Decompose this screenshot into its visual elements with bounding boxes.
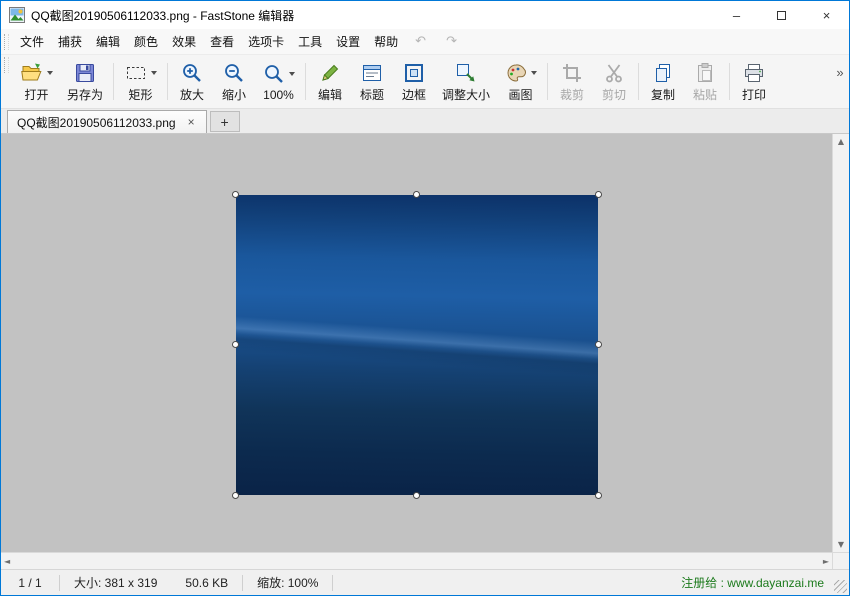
toolbar-button-crop: 裁剪	[551, 57, 593, 106]
toolbar-button-cut: 剪切	[593, 57, 635, 106]
menu-item-capture[interactable]: 捕获	[51, 29, 89, 54]
status-bar: 1 / 1 大小: 381 x 319 50.6 KB 缩放: 100% 注册给…	[1, 569, 849, 595]
resize-grip-icon[interactable]	[834, 580, 847, 593]
toolbar-button-rect-select[interactable]: 矩形	[117, 57, 164, 106]
toolbar-separator	[305, 63, 306, 100]
print-icon	[742, 61, 766, 85]
selection-handle-top-center[interactable]	[413, 191, 420, 198]
toolbar-button-zoom-in[interactable]: 放大	[171, 57, 213, 106]
menu-item-settings[interactable]: 设置	[329, 29, 367, 54]
scroll-down-arrow-icon[interactable]: ▼	[835, 537, 847, 552]
zoom-level-dropdown-arrow-icon[interactable]	[289, 72, 295, 76]
toolbar-button-open[interactable]: 打开	[13, 57, 60, 106]
title-bar: QQ截图20190506112033.png - FastStone 编辑器 –…	[1, 1, 849, 29]
open-dropdown-arrow-icon[interactable]	[47, 71, 53, 75]
selection-handle-bottom-right[interactable]	[595, 492, 602, 499]
menu-item-effects[interactable]: 效果	[165, 29, 203, 54]
selection-handle-mid-right[interactable]	[595, 341, 602, 348]
close-button[interactable]: ×	[804, 1, 849, 29]
crop-icon	[560, 61, 584, 85]
window-title: QQ截图20190506112033.png - FastStone 编辑器	[31, 7, 714, 24]
scroll-up-arrow-icon[interactable]: ▲	[835, 134, 847, 149]
toolbar-button-save-as[interactable]: 另存为	[60, 57, 110, 106]
open-folder-icon	[20, 61, 44, 85]
menu-item-tools[interactable]: 工具	[291, 29, 329, 54]
toolbar-overflow-button[interactable]: »	[831, 57, 849, 106]
scroll-right-arrow-icon[interactable]: ►	[820, 554, 832, 569]
app-icon	[9, 7, 25, 23]
toolbar-button-paste: 粘贴	[684, 57, 726, 106]
toolbar-button-resize[interactable]: 调整大小	[435, 57, 497, 106]
draw-icon	[504, 61, 528, 85]
menu-item-tabs[interactable]: 选项卡	[241, 29, 291, 54]
canvas-area[interactable]: ▲ ▼ ◄ ►	[1, 134, 849, 569]
toolbar-button-border[interactable]: 边框	[393, 57, 435, 106]
menu-item-file[interactable]: 文件	[13, 29, 51, 54]
selection-handle-bottom-left[interactable]	[232, 492, 239, 499]
zoom-in-icon	[180, 61, 204, 85]
edit-pencil-icon	[318, 61, 342, 85]
toolbar-button-draw[interactable]: 画图	[497, 57, 544, 106]
vertical-scrollbar[interactable]: ▲ ▼	[832, 134, 849, 552]
copy-icon	[651, 61, 675, 85]
maximize-icon	[777, 11, 786, 20]
zoom-level-icon	[262, 62, 286, 86]
menu-item-edit[interactable]: 编辑	[89, 29, 127, 54]
toolbar-separator	[547, 63, 548, 100]
toolbar-button-edit[interactable]: 编辑	[309, 57, 351, 106]
draw-dropdown-arrow-icon[interactable]	[531, 71, 537, 75]
toolbar-button-zoom-level[interactable]: 100%	[255, 57, 302, 106]
toolbar-grip	[4, 57, 9, 73]
menu-item-view[interactable]: 查看	[203, 29, 241, 54]
tab-bar: QQ截图20190506112033.png × +	[1, 109, 849, 134]
toolbar-button-caption[interactable]: 标题	[351, 57, 393, 106]
toolbar-button-print[interactable]: 打印	[733, 57, 775, 106]
save-icon	[73, 61, 97, 85]
menu-bar: 文件 捕获 编辑 颜色 效果 查看 选项卡 工具 设置 帮助 ↶ ↷	[1, 29, 849, 55]
app-window: QQ截图20190506112033.png - FastStone 编辑器 –…	[0, 0, 850, 596]
selection-handle-top-right[interactable]	[595, 191, 602, 198]
undo-redo-icons[interactable]: ↶ ↷	[415, 34, 465, 49]
status-file-size: 50.6 KB	[171, 576, 242, 590]
toolbar-separator	[113, 63, 114, 100]
horizontal-scrollbar[interactable]: ◄ ►	[1, 552, 832, 569]
tab-close-icon[interactable]: ×	[186, 115, 197, 129]
status-image-size: 大小: 381 x 319	[60, 574, 171, 591]
toolbar-button-copy[interactable]: 复制	[642, 57, 684, 106]
menu-item-help[interactable]: 帮助	[367, 29, 405, 54]
selection-handle-mid-left[interactable]	[232, 341, 239, 348]
tab-label: QQ截图20190506112033.png	[17, 114, 176, 131]
minimize-button[interactable]: –	[714, 1, 759, 29]
image-preview[interactable]	[236, 195, 598, 495]
resize-icon	[454, 61, 478, 85]
maximize-button[interactable]	[759, 1, 804, 29]
toolbar-separator	[729, 63, 730, 100]
rectangle-select-icon	[124, 61, 148, 85]
toolbar: 打开 另存为 矩形 放大	[1, 55, 849, 109]
scrollbar-corner	[832, 552, 849, 569]
status-registered-to: 注册给 : www.dayanzai.me	[667, 574, 834, 591]
status-zoom-level: 缩放: 100%	[243, 574, 332, 591]
toolbar-separator	[167, 63, 168, 100]
rect-select-dropdown-arrow-icon[interactable]	[151, 71, 157, 75]
new-tab-button[interactable]: +	[210, 111, 240, 132]
toolbar-button-zoom-out[interactable]: 缩小	[213, 57, 255, 106]
menu-item-colors[interactable]: 颜色	[127, 29, 165, 54]
menu-grip	[4, 34, 9, 50]
paste-icon	[693, 61, 717, 85]
tab-active[interactable]: QQ截图20190506112033.png ×	[7, 110, 207, 133]
border-icon	[402, 61, 426, 85]
caption-icon	[360, 61, 384, 85]
cut-icon	[602, 61, 626, 85]
scroll-left-arrow-icon[interactable]: ◄	[1, 554, 13, 569]
selection-handle-top-left[interactable]	[232, 191, 239, 198]
status-separator	[332, 575, 333, 591]
selection-handle-bottom-center[interactable]	[413, 492, 420, 499]
zoom-out-icon	[222, 61, 246, 85]
toolbar-separator	[638, 63, 639, 100]
status-page-indicator: 1 / 1	[1, 576, 59, 590]
